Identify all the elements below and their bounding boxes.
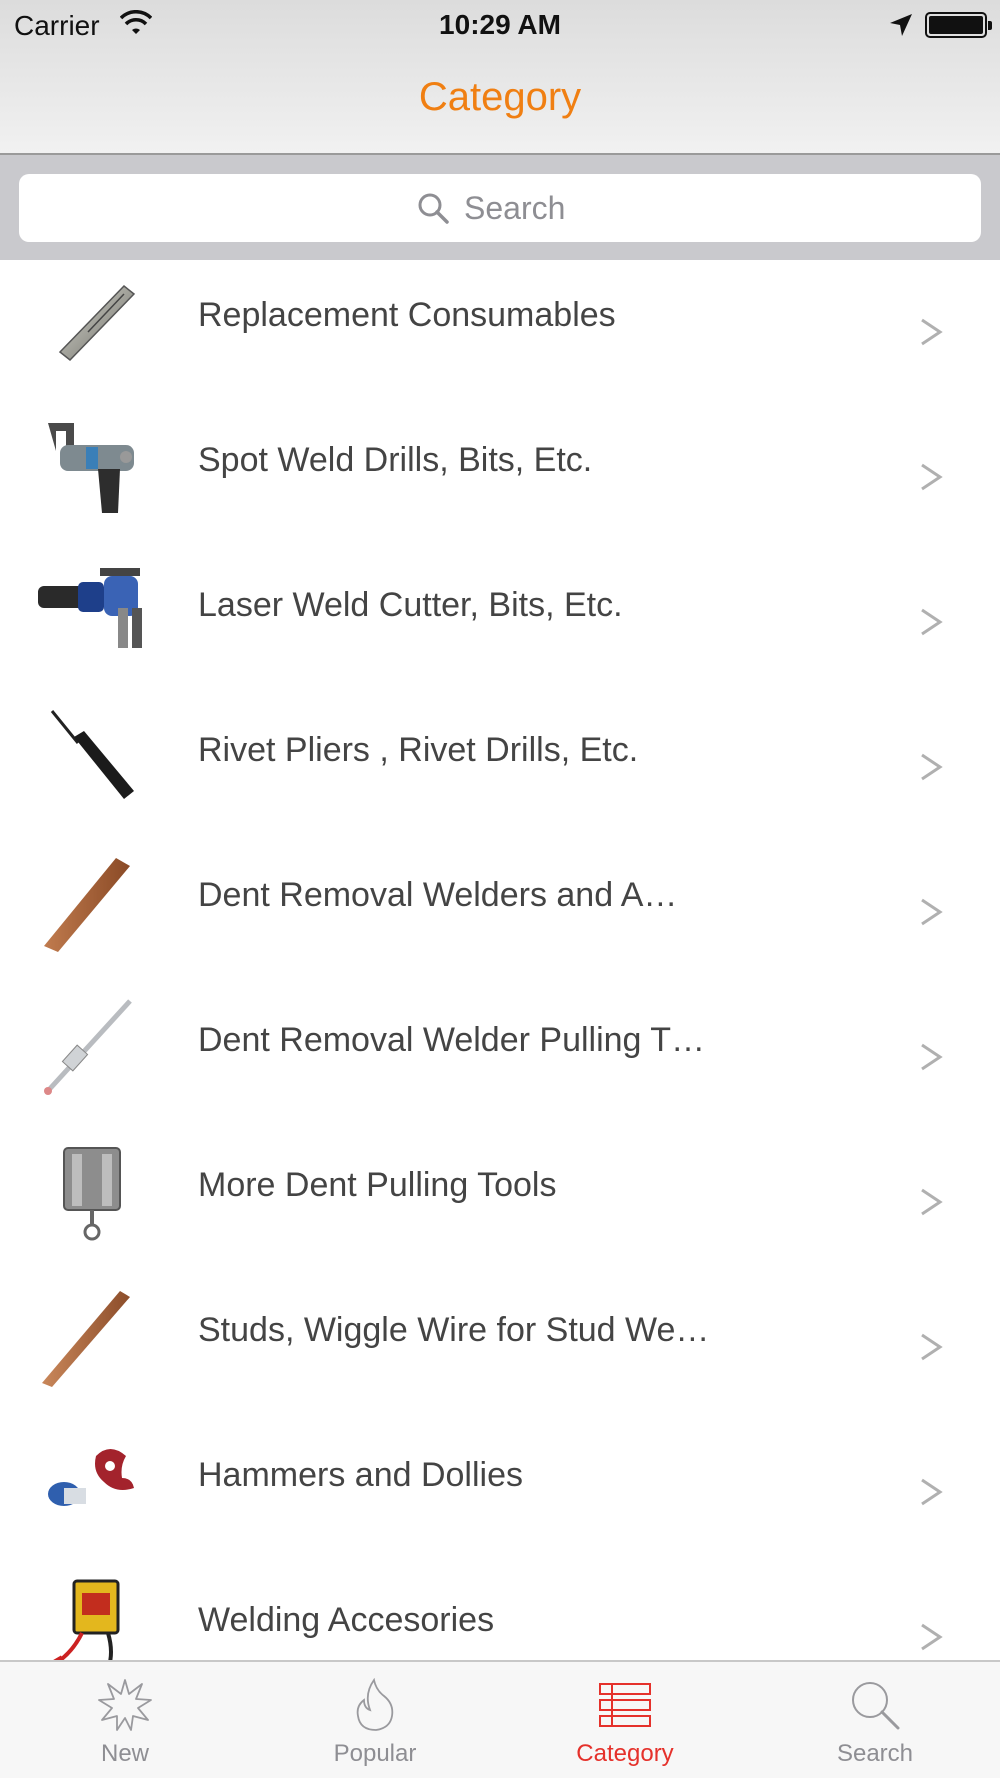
chevron-right-icon xyxy=(921,463,943,491)
pulling-rod-thumbnail xyxy=(44,999,132,1095)
page-title: Category xyxy=(418,75,582,119)
chevron-right-icon xyxy=(921,1478,943,1506)
category-row[interactable]: Spot Weld Drills, Bits, Etc. xyxy=(0,407,1000,552)
navigation-header: Carrier 10:29 AM Category xyxy=(0,0,1000,155)
spot-weld-drill-thumbnail xyxy=(48,423,134,513)
pulling-tool-thumbnail xyxy=(63,1147,121,1241)
tab-bar: New Popular Category Search xyxy=(0,1660,1000,1778)
tab-new[interactable]: New xyxy=(0,1662,250,1778)
category-row[interactable]: Dent Removal Welder Pulling T… xyxy=(0,987,1000,1132)
laser-weld-cutter-thumbnail xyxy=(38,568,142,648)
chevron-right-icon xyxy=(921,1188,943,1216)
category-row[interactable]: Studs, Wiggle Wire for Stud We… xyxy=(0,1277,1000,1422)
hammer-dolly-thumbnail xyxy=(48,1449,134,1506)
welding-accessory-thumbnail xyxy=(47,1579,120,1660)
search-input[interactable] xyxy=(464,189,584,227)
rivet-drill-thumbnail xyxy=(50,710,134,799)
chevron-right-icon xyxy=(921,608,943,636)
star-burst-icon xyxy=(98,1679,152,1731)
chevron-right-icon xyxy=(921,1623,943,1651)
chevron-right-icon xyxy=(921,1333,943,1361)
category-row[interactable]: Dent Removal Welders and A… xyxy=(0,842,1000,987)
tab-popular[interactable]: Popular xyxy=(250,1662,500,1778)
chevron-right-icon xyxy=(921,898,943,926)
category-label: Hammers and Dollies xyxy=(198,1456,523,1494)
category-label: Replacement Consumables xyxy=(198,296,616,334)
category-row[interactable]: Laser Weld Cutter, Bits, Etc. xyxy=(0,552,1000,697)
magnifier-icon xyxy=(852,1682,900,1730)
category-row[interactable]: More Dent Pulling Tools xyxy=(0,1132,1000,1277)
status-time: 10:29 AM xyxy=(439,9,561,40)
chevron-right-icon xyxy=(921,753,943,781)
list-icon xyxy=(599,1683,651,1727)
tab-label: Search xyxy=(836,1740,914,1767)
tab-category[interactable]: Category xyxy=(500,1662,750,1778)
status-bar: Carrier 10:29 AM xyxy=(0,0,1000,50)
category-label: Welding Accesories xyxy=(198,1601,495,1639)
location-arrow-icon xyxy=(890,14,912,36)
battery-icon xyxy=(925,12,992,38)
category-label: Dent Removal Welder Pulling T… xyxy=(198,1021,706,1059)
copper-stud-thumbnail xyxy=(42,1291,130,1387)
tab-label: Popular xyxy=(333,1740,417,1767)
flame-icon xyxy=(356,1678,394,1731)
chevron-right-icon xyxy=(921,1043,943,1071)
category-row[interactable]: Replacement Consumables xyxy=(0,262,1000,407)
search-bar-container xyxy=(0,155,1000,260)
tab-label: New xyxy=(100,1740,149,1767)
category-label: Laser Weld Cutter, Bits, Etc. xyxy=(198,586,623,624)
category-label: Studs, Wiggle Wire for Stud We… xyxy=(198,1311,710,1349)
category-label: Spot Weld Drills, Bits, Etc. xyxy=(198,441,593,479)
category-list: Replacement Consumables Spot Weld Drills… xyxy=(0,262,1000,1660)
chevron-right-icon xyxy=(921,318,943,346)
tab-search[interactable]: Search xyxy=(750,1662,1000,1778)
category-label: Dent Removal Welders and A… xyxy=(198,876,678,914)
category-row[interactable]: Welding Accesories xyxy=(0,1567,1000,1660)
copper-rod-thumbnail xyxy=(44,858,130,952)
search-icon xyxy=(418,193,449,224)
category-row[interactable]: Rivet Pliers , Rivet Drills, Etc. xyxy=(0,697,1000,842)
tab-label: Category xyxy=(576,1740,674,1767)
category-label: More Dent Pulling Tools xyxy=(198,1166,557,1204)
category-row[interactable]: Hammers and Dollies xyxy=(0,1422,1000,1567)
category-label: Rivet Pliers , Rivet Drills, Etc. xyxy=(198,731,639,769)
drill-bit-thumbnail xyxy=(58,284,136,362)
search-field[interactable] xyxy=(19,174,981,242)
